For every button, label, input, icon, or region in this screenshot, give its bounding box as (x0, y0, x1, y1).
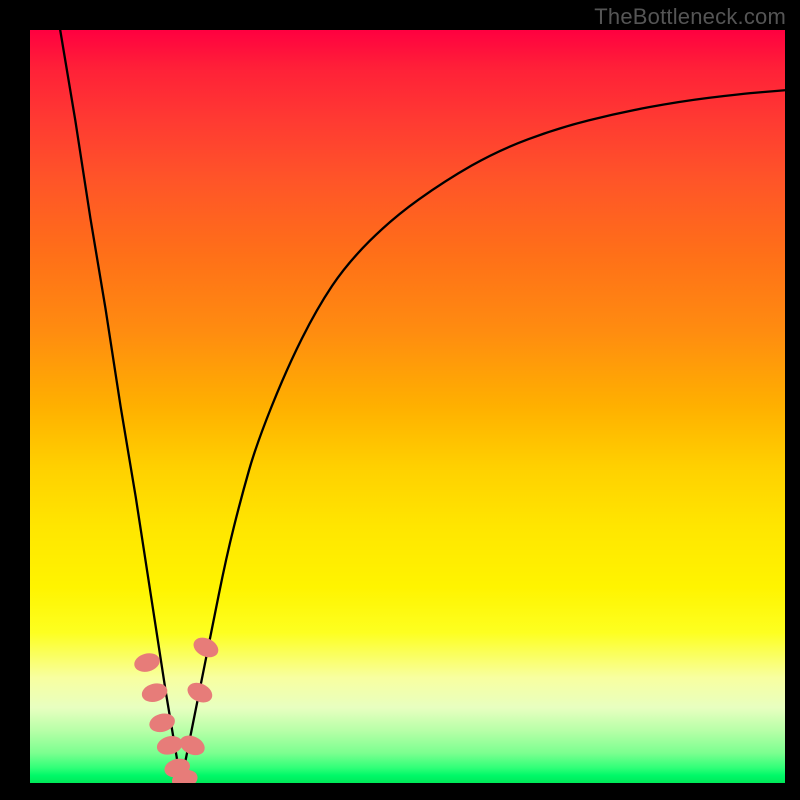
curve-lines (60, 30, 785, 783)
marker-point (155, 733, 185, 757)
watermark-text: TheBottleneck.com (594, 4, 786, 30)
marker-point (177, 732, 208, 759)
marker-point (132, 650, 162, 674)
right-branch-line (181, 90, 785, 783)
left-branch-line (60, 30, 181, 783)
chart-frame: TheBottleneck.com (0, 0, 800, 800)
plot-area (30, 30, 785, 783)
markers (132, 634, 221, 783)
chart-svg (30, 30, 785, 783)
